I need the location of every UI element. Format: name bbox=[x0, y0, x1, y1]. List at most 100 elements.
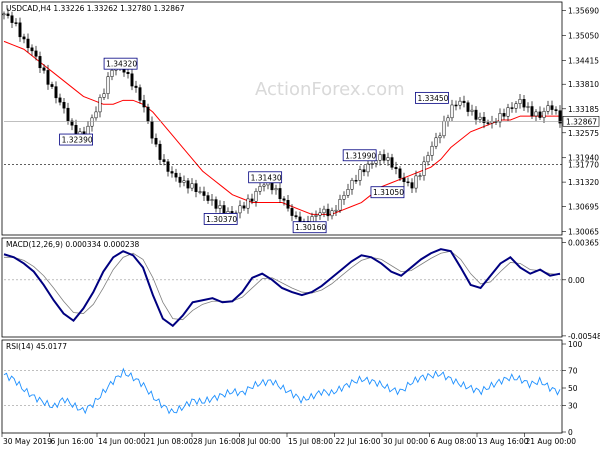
x-tick-label: 15 Jul 08:00 bbox=[288, 437, 333, 446]
x-tick-label: 6 Aug 08:00 bbox=[431, 437, 477, 446]
candle-body bbox=[38, 56, 42, 69]
candle-body bbox=[438, 135, 442, 139]
candle-body bbox=[98, 97, 102, 113]
candle-body bbox=[330, 210, 334, 217]
candle-body bbox=[10, 15, 14, 23]
price-annotation-label: 1.31430 bbox=[251, 173, 282, 182]
candle-body bbox=[342, 195, 346, 200]
candle-body bbox=[50, 84, 54, 87]
price-tick-label: 1.30065 bbox=[568, 227, 599, 236]
candle-body bbox=[554, 109, 558, 111]
candle-body bbox=[518, 99, 522, 104]
candle-body bbox=[18, 22, 22, 38]
price-panel-frame bbox=[1, 1, 563, 236]
candle-body bbox=[454, 104, 458, 107]
price-tick-label: 1.33185 bbox=[568, 105, 599, 114]
price-tick-label: 1.31320 bbox=[568, 178, 599, 187]
candle-body bbox=[538, 111, 542, 118]
candle-body bbox=[318, 212, 322, 216]
candle-body bbox=[198, 191, 202, 193]
candle-body bbox=[442, 120, 446, 137]
x-tick-label: 8 Jul 00:00 bbox=[241, 437, 281, 446]
candle-body bbox=[534, 111, 538, 117]
candle-body bbox=[270, 182, 274, 191]
candle-body bbox=[150, 121, 154, 139]
candle-body bbox=[214, 199, 218, 209]
candle-body bbox=[6, 13, 10, 16]
candle-body bbox=[14, 22, 18, 24]
x-tick-label: 30 Jul 00:00 bbox=[383, 437, 428, 446]
x-tick-label: 22 Jul 16:00 bbox=[336, 437, 381, 446]
candle-body bbox=[526, 106, 530, 108]
candle-body bbox=[466, 102, 470, 112]
candle-body bbox=[446, 117, 450, 122]
candle-body bbox=[326, 208, 330, 217]
candle-body bbox=[42, 67, 46, 71]
price-annotation-label: 1.31050 bbox=[373, 188, 404, 197]
x-tick-label: 21 Jun 08:00 bbox=[146, 437, 194, 446]
price-annotation-label: 1.30160 bbox=[295, 223, 326, 232]
candle-body bbox=[486, 122, 490, 124]
x-tick-label: 28 Jun 16:00 bbox=[193, 437, 241, 446]
candle-body bbox=[386, 157, 390, 161]
price-header: USDCAD,H4 1.33226 1.33262 1.32780 1.3286… bbox=[6, 4, 185, 13]
candle-body bbox=[182, 180, 186, 183]
candle-body bbox=[418, 175, 422, 177]
candle-body bbox=[206, 195, 210, 201]
candle-body bbox=[398, 168, 402, 179]
price-annotation-label: 1.33450 bbox=[417, 94, 448, 103]
level-line-label: 1.31770 bbox=[568, 160, 599, 169]
price-annotation-label: 1.34320 bbox=[106, 60, 137, 69]
price-annotation-label: 1.32390 bbox=[62, 136, 93, 145]
candle-body bbox=[462, 100, 466, 103]
candle-body bbox=[450, 104, 454, 119]
price-tick-label: 1.35690 bbox=[568, 6, 599, 15]
candle-body bbox=[506, 107, 510, 117]
price-tick-label: 1.30695 bbox=[568, 203, 599, 212]
candle-body bbox=[110, 69, 114, 77]
candle-body bbox=[478, 116, 482, 120]
macd-line bbox=[3, 248, 561, 328]
macd-header: MACD(12,26,9) 0.000334 0.000238 bbox=[6, 240, 140, 249]
price-annotation-label: 1.30370 bbox=[206, 215, 237, 224]
price-tick-label: 1.33810 bbox=[568, 80, 599, 89]
candle-body bbox=[346, 189, 350, 196]
candle-body bbox=[258, 186, 262, 192]
candle-body bbox=[290, 208, 294, 216]
x-tick-label: 13 Aug 16:00 bbox=[478, 437, 529, 446]
candle-body bbox=[550, 105, 554, 110]
rsi-line bbox=[3, 367, 561, 415]
candle-body bbox=[510, 107, 514, 109]
candle-body bbox=[366, 163, 370, 173]
candle-body bbox=[162, 159, 166, 162]
candle-body bbox=[138, 87, 142, 101]
rsi-tick-label: 70 bbox=[568, 366, 578, 375]
candle-body bbox=[46, 70, 50, 85]
candle-body bbox=[22, 36, 26, 40]
candle-body bbox=[390, 157, 394, 168]
candle-body bbox=[2, 13, 6, 16]
candle-body bbox=[202, 191, 206, 196]
rsi-tick-label: 0 bbox=[568, 428, 573, 437]
candle-body bbox=[502, 113, 506, 117]
candle-body bbox=[334, 209, 338, 212]
candle-body bbox=[90, 117, 94, 127]
candle-body bbox=[106, 76, 110, 94]
candle-body bbox=[498, 113, 502, 123]
candle-body bbox=[54, 86, 58, 99]
candle-body bbox=[362, 169, 366, 173]
candle-body bbox=[286, 200, 290, 209]
macd-tick-label: 0.00 bbox=[568, 276, 585, 285]
candle-body bbox=[246, 198, 250, 209]
candle-body bbox=[422, 161, 426, 176]
watermark: ActionForex.com bbox=[255, 79, 405, 100]
candle-body bbox=[102, 93, 106, 98]
candle-body bbox=[210, 199, 214, 201]
macd-signal-line bbox=[4, 250, 561, 321]
candle-body bbox=[158, 143, 162, 160]
candle-body bbox=[378, 154, 382, 161]
candle-body bbox=[474, 109, 478, 120]
candle-body bbox=[430, 145, 434, 156]
current-price-label: 1.32867 bbox=[566, 117, 597, 126]
candle-body bbox=[94, 111, 98, 119]
